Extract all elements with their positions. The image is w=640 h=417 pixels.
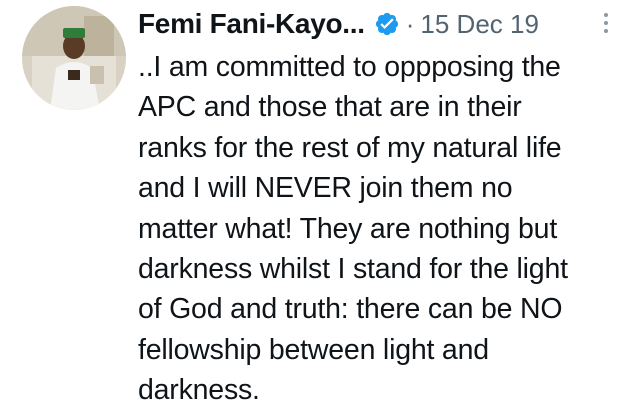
- tweet-text-line: matter what! They are nothing but: [138, 212, 558, 245]
- tweet-text-line: darkness.: [138, 374, 260, 407]
- tweet-text-line: APC and those that are in their: [138, 91, 522, 124]
- tweet-text-line: and I will NEVER join them no: [138, 172, 513, 205]
- author-name[interactable]: Femi Fani-Kayo...: [138, 8, 365, 40]
- tweet-text: ..I am committed to oppposing the APC an…: [138, 47, 638, 411]
- verified-badge-icon: [374, 11, 400, 37]
- tweet-text-line: of God and truth: there can be NO: [138, 293, 563, 326]
- avatar[interactable]: [22, 6, 126, 110]
- tweet-card[interactable]: Femi Fani-Kayo... · 15 Dec 19 ..I am com…: [0, 0, 640, 417]
- more-options-icon[interactable]: [594, 6, 618, 40]
- avatar-image: [22, 6, 126, 110]
- separator-dot: ·: [405, 8, 415, 39]
- tweet-header: Femi Fani-Kayo... · 15 Dec 19: [138, 2, 628, 46]
- tweet-text-line: fellowship between light and: [138, 333, 489, 366]
- tweet-date[interactable]: 15 Dec 19: [420, 9, 539, 40]
- tweet-text-line: ranks for the rest of my natural life: [138, 131, 562, 164]
- tweet-text-line: ..I am committed to oppposing the: [138, 51, 561, 83]
- tweet-text-line: darkness whilst I stand for the light: [138, 253, 568, 286]
